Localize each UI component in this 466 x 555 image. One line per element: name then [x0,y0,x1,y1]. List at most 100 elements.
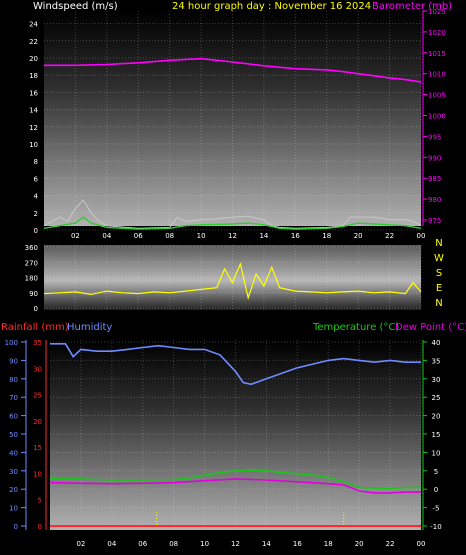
temperature-tick-label: 40 [432,339,441,347]
barometer-tick-label: 980 [428,196,441,204]
x-tick-label: 18 [324,540,333,548]
weather-graph: Windspeed (m/s) 24 hour graph day : Nove… [1,1,466,548]
humidity-tick-label: 40 [9,449,18,457]
windspeed-tick-label: 22 [29,38,38,46]
rainfall-tick-label: 5 [38,497,42,505]
windspeed-tick-label: 8 [34,158,38,166]
x-tick-label: 16 [291,232,300,240]
windspeed-tick-label: 10 [29,141,38,149]
humidity-tick-label: 60 [9,413,18,421]
barometer-tick-label: 990 [428,154,441,162]
temperature-tick-label: -10 [430,523,441,531]
windspeed-tick-label: 20 [29,55,38,63]
x-tick-label: 06 [134,232,143,240]
dewpoint-axis-title: Dew Point (°C) [395,322,466,333]
x-tick-label: 18 [322,232,331,240]
compass-label: N [435,298,442,309]
windspeed-tick-label: 12 [29,124,38,132]
rainfall-tick-label: 0 [38,523,42,531]
x-tick-label: 06 [138,540,147,548]
barometer-tick-label: 1010 [428,71,446,79]
x-tick-label: 20 [354,232,363,240]
x-tick-label: 14 [259,232,268,240]
wind-panel-background [44,11,421,226]
x-tick-label: 00 [417,232,426,240]
windspeed-tick-label: 6 [34,175,39,183]
x-tick-label: 08 [165,232,174,240]
temperature-tick-label: 35 [432,357,441,365]
x-tick-label: 22 [385,232,394,240]
windspeed-tick-label: 4 [34,193,39,201]
rainfall-axis-title: Rainfall (mm) [1,322,69,333]
x-tick-label: 04 [102,232,111,240]
x-tick-label: 14 [262,540,271,548]
barometer-tick-label: 995 [428,133,441,141]
x-tick-label: 10 [200,540,209,548]
compass-label: W [434,253,444,264]
rainfall-tick-label: 35 [33,339,42,347]
windspeed-tick-label: 16 [29,89,38,97]
temperature-tick-label: 20 [432,413,441,421]
humidity-tick-label: 10 [9,505,18,513]
temperature-tick-label: 25 [432,394,441,402]
compass-label: S [436,268,442,279]
temperature-axis-title: Temperature (°C) [312,322,399,333]
temperature-tick-label: 10 [432,449,441,457]
x-tick-label: 12 [228,232,237,240]
x-tick-label: 20 [355,540,364,548]
barometer-tick-label: 1025 [428,8,446,16]
humidity-tick-label: 0 [14,523,18,531]
temperature-tick-label: 5 [434,468,438,476]
x-tick-label: 02 [71,232,80,240]
humidity-tick-label: 50 [9,431,18,439]
barometer-tick-label: 1020 [428,29,446,37]
temperature-tick-label: -5 [433,505,440,513]
x-tick-label: 08 [169,540,178,548]
barometer-tick-label: 1015 [428,50,446,58]
rainfall-tick-label: 15 [33,444,42,452]
direction-tick-label: 0 [34,305,38,313]
humidity-tick-label: 70 [9,394,18,402]
wind-direction-panel: 090180270360 NWSEN [25,238,444,313]
windspeed-tick-label: 14 [29,107,38,115]
compass-label: N [435,238,442,249]
x-tick-label: 04 [107,540,116,548]
compass-label: E [436,283,442,294]
chart-title: 24 hour graph day : November 16 2024 [172,1,371,12]
x-tick-label: 22 [386,540,395,548]
windspeed-axis-title: Windspeed (m/s) [33,1,118,12]
direction-tick-label: 180 [25,275,38,283]
barometer-tick-label: 985 [428,175,441,183]
x-tick-label: 16 [293,540,302,548]
rainfall-tick-label: 10 [33,470,42,478]
humidity-tick-label: 90 [9,357,18,365]
windspeed-tick-label: 2 [34,210,38,218]
windspeed-tick-label: 0 [34,227,38,235]
direction-tick-label: 360 [25,244,38,252]
humidity-tick-label: 100 [5,339,18,347]
humidity-tick-label: 80 [9,376,18,384]
humidity-tick-label: 30 [9,468,18,476]
x-tick-label: 02 [76,540,85,548]
wind-barometer-panel: 024681012141618202224 975980985990995100… [29,8,446,240]
temp-panel-background [50,340,421,530]
humidity-axis-title: Humidity [67,322,112,333]
rainfall-tick-label: 20 [33,418,42,426]
x-tick-label: 10 [197,232,206,240]
windspeed-tick-label: 24 [29,21,38,29]
direction-tick-label: 270 [25,259,38,267]
rainfall-tick-label: 30 [33,365,42,373]
temperature-tick-label: 30 [432,376,441,384]
temperature-humidity-panel: 010203040506070809010005101520253035 -10… [5,339,442,548]
x-tick-label: 12 [231,540,240,548]
temperature-tick-label: 0 [434,486,438,494]
temperature-tick-label: 15 [432,431,441,439]
barometer-tick-label: 1000 [428,113,446,121]
barometer-tick-label: 1005 [428,92,446,100]
barometer-tick-label: 975 [428,217,441,225]
windspeed-tick-label: 18 [29,72,38,80]
humidity-tick-label: 20 [9,486,18,494]
x-tick-label: 00 [417,540,426,548]
direction-tick-label: 90 [29,290,38,298]
rainfall-tick-label: 25 [33,392,42,400]
